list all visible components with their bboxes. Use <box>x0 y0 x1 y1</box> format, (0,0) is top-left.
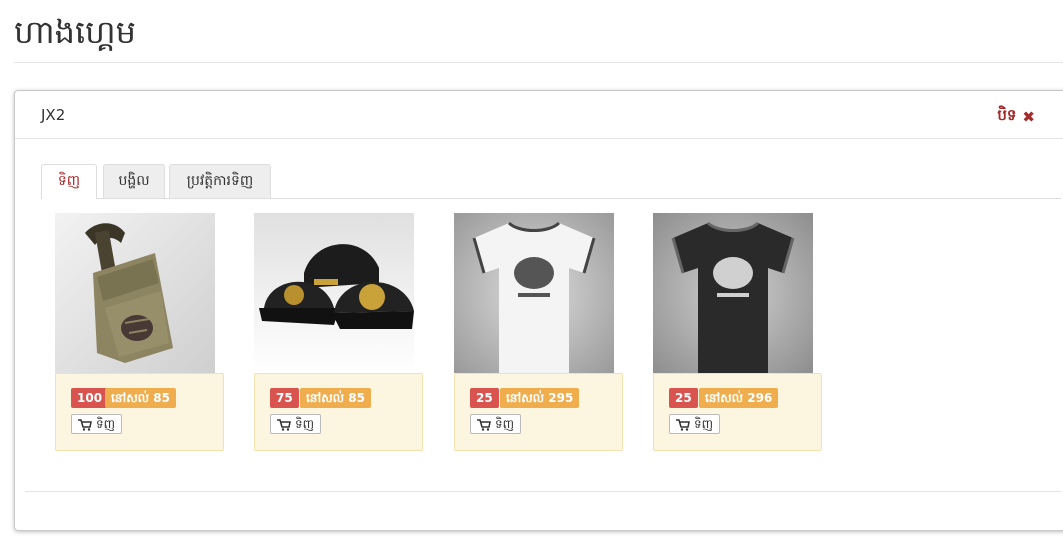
panel-title: JX2 <box>41 106 66 124</box>
product-image-black-tshirt <box>653 213 813 373</box>
tab-purchase-history[interactable]: ប្រវត្តិការទិញ <box>169 164 271 198</box>
close-button[interactable]: បិទ ✖ <box>997 106 1035 128</box>
tab-bar: ទិញ បង្ហិល ប្រវត្តិការទិញ <box>41 164 1061 199</box>
price-badge: 25 <box>470 388 499 408</box>
cart-icon <box>477 418 491 431</box>
buy-button[interactable]: ទិញ <box>669 414 721 434</box>
shop-panel: JX2 បិទ ✖ ទិញ បង្ហិល ប្រវត្តិការទិញ 100 … <box>14 90 1063 531</box>
buy-button-label: ទិញ <box>694 417 714 431</box>
panel-header: JX2 បិទ ✖ <box>15 91 1063 139</box>
product-image-white-tshirt <box>454 213 614 373</box>
product-image-backpack <box>55 213 215 373</box>
buy-button[interactable]: ទិញ <box>470 414 522 434</box>
stock-badge: នៅសល់ 296 <box>699 388 779 408</box>
product-info: 75 នៅសល់ 85 ទិញ <box>254 373 423 451</box>
cart-icon <box>676 418 690 431</box>
cart-icon <box>277 418 291 431</box>
product-card: 25 នៅសល់ 295 ទិញ <box>454 213 623 451</box>
stock-badge: នៅសល់ 85 <box>105 388 176 408</box>
product-image-caps <box>254 213 414 373</box>
buy-button-label: ទិញ <box>295 417 315 431</box>
tab-deposit[interactable]: បង្ហិល <box>103 164 165 198</box>
product-info: 100 នៅសល់ 85 ទិញ <box>55 373 224 451</box>
tab-buy[interactable]: ទិញ <box>41 164 97 199</box>
close-label: បិទ <box>997 106 1017 124</box>
product-card: 100 នៅសល់ 85 ទិញ <box>55 213 224 451</box>
buy-button[interactable]: ទិញ <box>270 414 322 434</box>
buy-button-label: ទិញ <box>96 417 116 431</box>
cart-icon <box>78 418 92 431</box>
page-title: ហាងហ្គេម <box>14 13 136 51</box>
product-card: 75 នៅសល់ 85 ទិញ <box>254 213 423 451</box>
buy-button-label: ទិញ <box>495 417 515 431</box>
price-badge: 100 <box>71 388 109 408</box>
title-divider <box>14 62 1063 63</box>
panel-footer-divider <box>25 491 1061 492</box>
product-info: 25 នៅសល់ 296 ទិញ <box>653 373 822 451</box>
product-info: 25 នៅសល់ 295 ទិញ <box>454 373 623 451</box>
price-badge: 25 <box>669 388 698 408</box>
product-card: 25 នៅសល់ 296 ទិញ <box>653 213 822 451</box>
stock-badge: នៅសល់ 295 <box>500 388 580 408</box>
stock-badge: នៅសល់ 85 <box>300 388 371 408</box>
price-badge: 75 <box>270 388 299 408</box>
close-icon: ✖ <box>1022 107 1035 126</box>
buy-button[interactable]: ទិញ <box>71 414 123 434</box>
